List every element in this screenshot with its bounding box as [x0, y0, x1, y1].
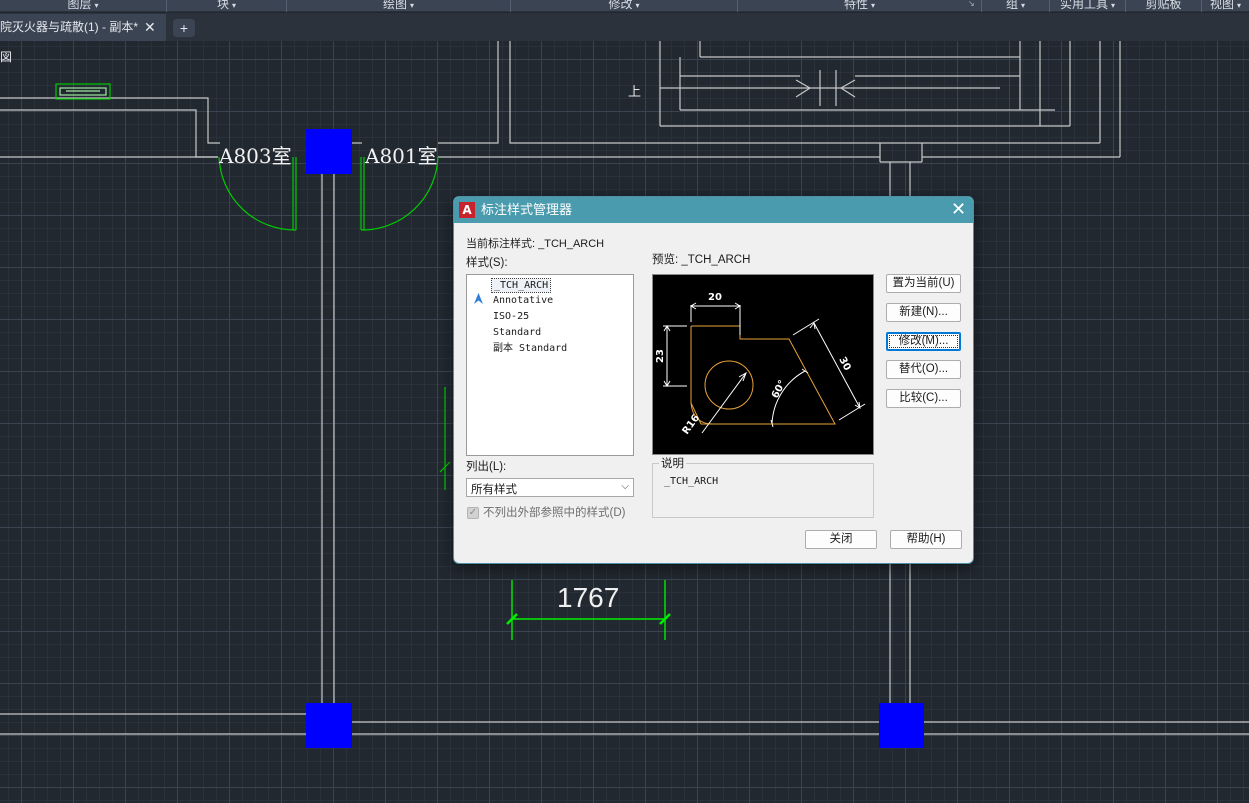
- dropdown-arrow-icon: ▾: [871, 1, 876, 10]
- room-label-a801: A801室: [365, 144, 438, 168]
- ribbon-panel-layers[interactable]: 图层 ▾: [0, 0, 167, 12]
- compare-styles-button[interactable]: 比较(C)...: [886, 389, 961, 408]
- dropdown-arrow-icon: ▾: [1021, 1, 1026, 10]
- autocad-logo-icon: A: [459, 202, 475, 218]
- current-style-label: 当前标注样式: _TCH_ARCH: [466, 238, 605, 250]
- panel-launcher-icon[interactable]: ↘: [968, 0, 975, 8]
- close-icon[interactable]: ✕: [951, 200, 966, 218]
- autocad-window: 图层 ▾ 块 ▾ 绘图 ▾ 修改 ▾ 特性 ▾ 组 ▾ 实用工具 ▾ 剪贴板 视图 ▾ ↘ 院灭…: [0, 0, 1249, 803]
- room-label-a803: A803室: [219, 144, 292, 168]
- ribbon-panel-bar: 图层 ▾ 块 ▾ 绘图 ▾ 修改 ▾ 特性 ▾ 组 ▾ 实用工具 ▾ 剪贴板 视图 ▾ ↘: [0, 0, 1249, 12]
- list-filter-value: 所有样式: [471, 484, 517, 496]
- description-text: _TCH_ARCH: [664, 476, 719, 487]
- annotative-icon: [474, 293, 483, 304]
- ribbon-panel-group[interactable]: 组 ▾: [982, 0, 1050, 12]
- ribbon-panel-modify[interactable]: 修改 ▾: [511, 0, 738, 12]
- style-item-tch-arch[interactable]: _TCH_ARCH: [491, 278, 552, 293]
- description-legend: 说明: [659, 457, 686, 471]
- help-button[interactable]: 帮助(H): [890, 530, 962, 549]
- ribbon-panel-label: 视图: [1209, 0, 1234, 11]
- dialog-title: 标注样式管理器: [481, 202, 573, 217]
- dropdown-arrow-icon: ▾: [1237, 1, 1242, 10]
- styles-listbox[interactable]: _TCH_ARCH Annotative ISO-25 Standard 副本 …: [466, 274, 634, 456]
- ribbon-panel-label: 绘图: [382, 0, 407, 11]
- dimension-style-manager-dialog: A 标注样式管理器 ✕ 当前标注样式: _TCH_ARCH 样式(S): _TC…: [453, 196, 974, 564]
- file-tab-bar: 院灭火器与疏散(1) - 副本* ✕ +: [0, 13, 1249, 41]
- dropdown-arrow-icon: ▾: [410, 1, 415, 10]
- dimension-preview: 20 23 30 60° R16: [652, 274, 874, 455]
- xref-filter-checkbox[interactable]: ✓: [467, 507, 479, 519]
- close-button[interactable]: 关闭: [805, 530, 877, 549]
- list-label: 列出(L):: [466, 461, 507, 473]
- chevron-down-icon: ⌵: [621, 481, 629, 492]
- preview-dim-angle: 60°: [770, 379, 789, 401]
- dropdown-arrow-icon: ▾: [635, 1, 640, 10]
- ribbon-panel-label: 块: [216, 0, 229, 11]
- stair-up-label: 上: [628, 84, 642, 99]
- style-item-standard[interactable]: Standard: [491, 326, 543, 339]
- dropdown-arrow-icon: ▾: [1111, 1, 1116, 10]
- preview-label: 预览: _TCH_ARCH: [652, 254, 751, 266]
- viewport-label: 図: [0, 50, 13, 64]
- ribbon-panel-label: 实用工具: [1059, 0, 1108, 11]
- list-filter-select[interactable]: 所有样式 ⌵: [466, 478, 634, 497]
- ribbon-panel-draw[interactable]: 绘图 ▾: [287, 0, 511, 12]
- ribbon-panel-label: 图层: [67, 0, 92, 11]
- set-current-button[interactable]: 置为当前(U): [886, 274, 961, 293]
- ribbon-panel-utilities[interactable]: 实用工具 ▾: [1050, 0, 1126, 12]
- modify-style-button[interactable]: 修改(M)...: [886, 332, 961, 351]
- style-item-annotative[interactable]: Annotative: [491, 294, 555, 307]
- dropdown-arrow-icon: ▾: [232, 1, 237, 10]
- ribbon-panel-block[interactable]: 块 ▾: [167, 0, 287, 12]
- close-icon[interactable]: ✕: [144, 14, 156, 41]
- dimension-text: 1767: [557, 582, 620, 613]
- preview-dim-top: 20: [708, 292, 722, 303]
- dialog-title-bar[interactable]: A 标注样式管理器 ✕: [454, 197, 973, 223]
- override-style-button[interactable]: 替代(O)...: [886, 360, 961, 379]
- ribbon-panel-label: 组: [1005, 0, 1018, 11]
- preview-dim-radius: R16: [681, 413, 703, 437]
- ribbon-panel-label: 特性: [843, 0, 868, 11]
- description-group: [652, 463, 874, 518]
- tab-drawing[interactable]: 院灭火器与疏散(1) - 副本* ✕: [0, 14, 166, 41]
- new-tab-button[interactable]: +: [173, 19, 195, 37]
- styles-label: 样式(S):: [466, 257, 508, 269]
- ribbon-panel-view[interactable]: 视图 ▾: [1202, 0, 1249, 12]
- preview-dim-left: 23: [655, 349, 666, 363]
- tab-title: 院灭火器与疏散(1) - 副本*: [0, 20, 139, 34]
- dropdown-arrow-icon: ▾: [94, 1, 99, 10]
- preview-drawing: 20 23 30 60° R16: [655, 292, 866, 437]
- ribbon-panel-properties[interactable]: 特性 ▾: [738, 0, 982, 12]
- style-item-iso-25[interactable]: ISO-25: [491, 310, 531, 323]
- ribbon-panel-clipboard[interactable]: 剪贴板: [1126, 0, 1202, 12]
- style-item-copy-standard[interactable]: 副本 Standard: [491, 342, 569, 355]
- ribbon-panel-label: 修改: [608, 0, 633, 11]
- ribbon-panel-label: 剪贴板: [1145, 0, 1182, 11]
- preview-dim-slant: 30: [836, 355, 852, 372]
- new-style-button[interactable]: 新建(N)...: [886, 303, 961, 322]
- xref-filter-label: 不列出外部参照中的样式(D): [483, 507, 626, 519]
